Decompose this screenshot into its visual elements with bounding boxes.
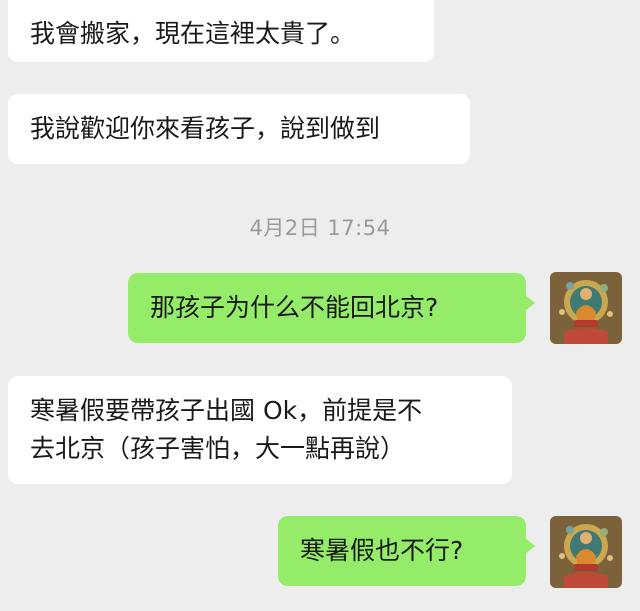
message-text-line: 寒暑假要帶孩子出國 Ok，前提是不 bbox=[30, 396, 423, 425]
user-avatar[interactable] bbox=[550, 516, 622, 588]
message-text-line: 去北京（孩子害怕，大一點再說） bbox=[30, 434, 406, 463]
message-text: 那孩子为什么不能回北京? bbox=[150, 293, 439, 322]
incoming-message-bubble[interactable]: 寒暑假要帶孩子出國 Ok，前提是不 去北京（孩子害怕，大一點再說） bbox=[8, 376, 512, 484]
message-text: 寒暑假也不行? bbox=[300, 536, 464, 565]
incoming-message-bubble[interactable]: 我會搬家，現在這裡太貴了。 bbox=[8, 0, 434, 62]
message-text: 我會搬家，現在這裡太貴了。 bbox=[30, 19, 356, 48]
message-timestamp: 4月2日 17:54 bbox=[249, 216, 391, 240]
outgoing-message-bubble[interactable]: 寒暑假也不行? bbox=[278, 516, 535, 586]
thangka-deity-avatar-icon bbox=[550, 272, 622, 344]
incoming-message-bubble[interactable]: 我說歡迎你來看孩子，說到做到 bbox=[8, 94, 470, 164]
message-text: 我說歡迎你來看孩子，說到做到 bbox=[30, 114, 381, 143]
user-avatar[interactable] bbox=[550, 272, 622, 344]
outgoing-message-bubble[interactable]: 那孩子为什么不能回北京? bbox=[128, 273, 535, 343]
thangka-deity-avatar-icon bbox=[550, 516, 622, 588]
